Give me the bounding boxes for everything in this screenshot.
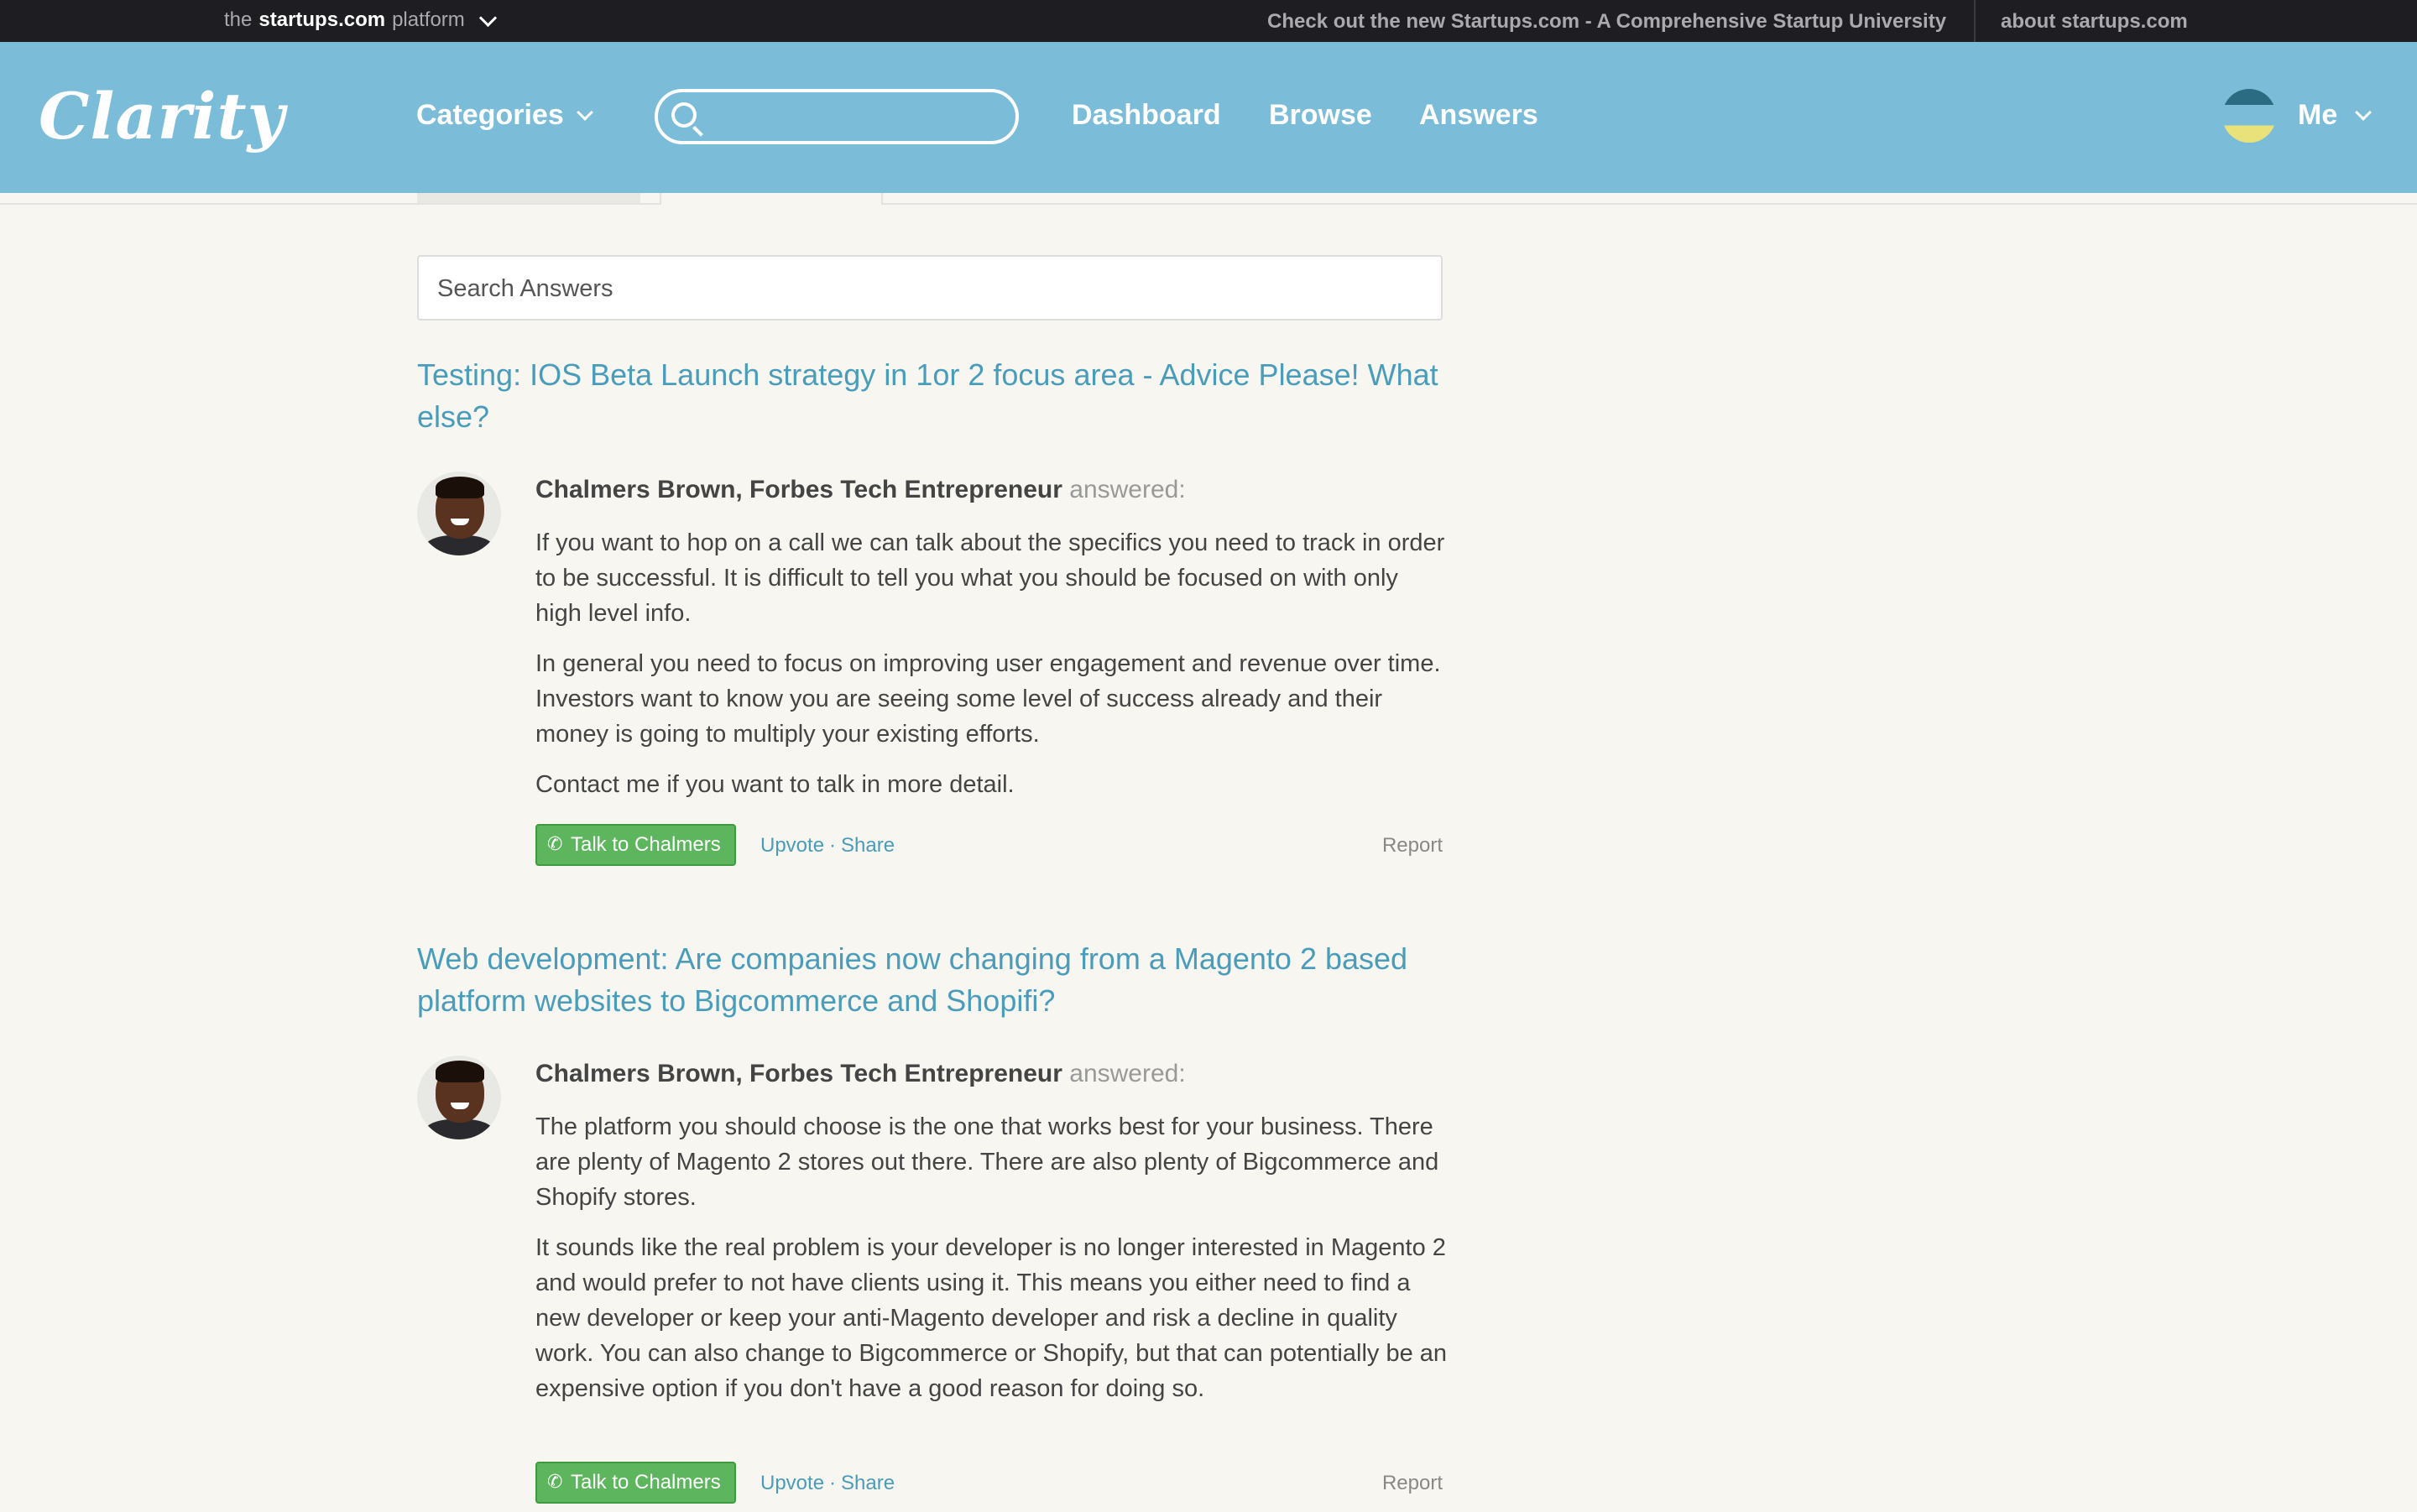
nav-answers[interactable]: Answers (1419, 99, 1538, 132)
answer-card: Chalmers Brown, Forbes Tech Entrepreneur… (417, 1056, 1447, 1512)
answerer-name[interactable]: Chalmers Brown, Forbes Tech Entrepreneur (535, 1060, 1062, 1087)
search-icon (671, 102, 697, 128)
avatar[interactable] (417, 472, 501, 555)
upvote-link[interactable]: Upvote (760, 1472, 824, 1494)
phone-icon (547, 1471, 564, 1493)
answer-paragraph: It sounds like the real problem is your … (535, 1234, 1448, 1402)
tab-inactive[interactable] (417, 193, 640, 203)
chevron-down-icon (478, 8, 497, 27)
answer-actions: Upvote · Share (760, 834, 895, 858)
user-avatar[interactable] (2222, 89, 2276, 143)
avatar[interactable] (417, 1056, 501, 1139)
header-search-input[interactable] (712, 97, 1000, 138)
answered-label: answered: (1069, 476, 1186, 503)
platform-switcher[interactable]: the startups.com platform (224, 8, 497, 32)
chevron-down-icon (576, 103, 593, 121)
about-link[interactable]: about startups.com (2001, 10, 2188, 34)
tab-active[interactable] (660, 193, 883, 205)
platform-suffix: platform (392, 8, 465, 31)
answer-paragraph: Contact me if you want to talk in more d… (535, 771, 1015, 798)
clarity-logo[interactable]: Clarity (39, 79, 285, 154)
categories-label: Categories (416, 99, 564, 131)
answer-card: Chalmers Brown, Forbes Tech Entrepreneur… (417, 472, 1444, 874)
categories-menu[interactable]: Categories (416, 99, 593, 132)
talk-to-chalmers-button[interactable]: Talk to Chalmers (535, 1462, 736, 1504)
answer-paragraph: In general you need to focus on improvin… (535, 650, 1441, 748)
talk-button-label: Talk to Chalmers (571, 1471, 721, 1494)
question-title[interactable]: Testing: IOS Beta Launch strategy in 1or… (417, 354, 1449, 438)
upvote-link[interactable]: Upvote (760, 834, 824, 857)
answerer-line: Chalmers Brown, Forbes Tech Entrepreneur… (535, 1057, 1186, 1091)
header-search[interactable] (655, 89, 1019, 144)
topbar-divider (1974, 0, 1976, 42)
platform-bar: the startups.com platform Check out the … (0, 0, 2417, 42)
share-link[interactable]: Share (841, 834, 895, 857)
report-link[interactable]: Report (1382, 834, 1443, 858)
question-title[interactable]: Web development: Are companies now chang… (417, 938, 1449, 1022)
answered-label: answered: (1069, 1060, 1186, 1087)
chevron-down-icon (2355, 103, 2373, 121)
share-link[interactable]: Share (841, 1472, 895, 1494)
talk-button-label: Talk to Chalmers (571, 833, 721, 856)
search-answers-input[interactable]: Search Answers (417, 255, 1443, 321)
separator-dot: · (829, 834, 837, 857)
main-header: Clarity Categories Dashboard Browse Answ… (0, 42, 2417, 193)
answerer-line: Chalmers Brown, Forbes Tech Entrepreneur… (535, 473, 1186, 507)
talk-to-chalmers-button[interactable]: Talk to Chalmers (535, 824, 736, 866)
tab-divider (0, 203, 2417, 205)
answer-actions: Upvote · Share (760, 1472, 895, 1495)
phone-icon (547, 833, 564, 855)
answer-paragraph: If you want to hop on a call we can talk… (535, 529, 1445, 627)
nav-dashboard[interactable]: Dashboard (1072, 99, 1221, 132)
me-label: Me (2298, 99, 2338, 131)
answerer-name[interactable]: Chalmers Brown, Forbes Tech Entrepreneur (535, 476, 1062, 503)
promo-link[interactable]: Check out the new Startups.com - A Compr… (1267, 10, 1946, 34)
nav-browse[interactable]: Browse (1269, 99, 1372, 132)
me-menu[interactable]: Me (2298, 99, 2373, 132)
separator-dot: · (829, 1472, 837, 1494)
answer-paragraph: The platform you should choose is the on… (535, 1113, 1439, 1211)
platform-prefix: the (224, 8, 253, 31)
report-link[interactable]: Report (1382, 1472, 1443, 1495)
platform-brand: startups.com (258, 8, 386, 31)
